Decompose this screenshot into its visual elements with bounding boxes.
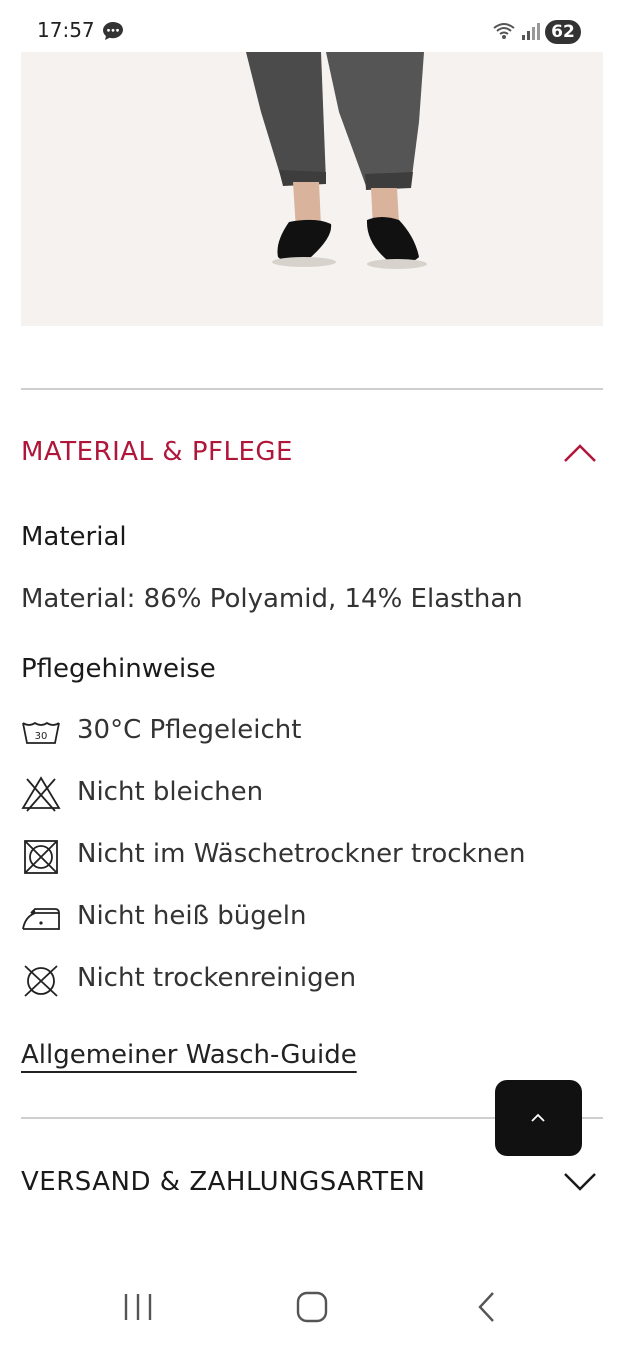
care-label: 30°C Pflegeleicht [77, 715, 302, 745]
material-heading: Material [21, 522, 127, 552]
care-label: Nicht bleichen [77, 777, 264, 807]
wash-30-icon: 30 [21, 713, 63, 753]
care-label: Nicht heiß bügeln [77, 901, 307, 931]
product-image [21, 52, 603, 326]
scroll-to-top-button[interactable] [495, 1080, 582, 1156]
no-bleach-icon [21, 775, 63, 815]
care-heading: Pflegehinweise [21, 654, 216, 684]
chevron-down-icon[interactable] [562, 1168, 598, 1194]
care-item: Nicht trockenreinigen [21, 961, 601, 1001]
material-text: Material: 86% Polyamid, 14% Elasthan [21, 584, 523, 614]
no-tumble-dry-icon [21, 837, 63, 877]
back-icon[interactable] [472, 1290, 502, 1324]
message-icon [102, 21, 124, 41]
care-label: Nicht im Wäschetrockner trocknen [77, 839, 526, 869]
care-item: Nicht im Wäschetrockner trocknen [21, 837, 601, 877]
iron-low-icon [21, 899, 63, 939]
care-label: Nicht trockenreinigen [77, 963, 357, 993]
care-item: Nicht bleichen [21, 775, 601, 815]
care-item: Nicht heiß bügeln [21, 899, 601, 939]
status-time: 17:57 [37, 18, 95, 42]
accordion-shipping-title[interactable]: VERSAND & ZAHLUNGSARTEN [21, 1167, 426, 1197]
home-icon[interactable] [294, 1290, 330, 1324]
chevron-up-icon [531, 1113, 545, 1122]
no-dry-clean-icon [21, 961, 63, 1001]
recent-apps-icon[interactable] [120, 1290, 156, 1324]
wash-guide-link[interactable]: Allgemeiner Wasch-Guide [21, 1040, 357, 1070]
battery-icon: 62 [545, 20, 581, 44]
accordion-material-title[interactable]: MATERIAL & PFLEGE [21, 437, 293, 467]
chevron-up-icon[interactable] [562, 440, 598, 466]
signal-icon [492, 20, 542, 42]
svg-text:30: 30 [35, 731, 48, 742]
divider [21, 388, 603, 390]
care-item: 30 30°C Pflegeleicht [21, 713, 601, 753]
